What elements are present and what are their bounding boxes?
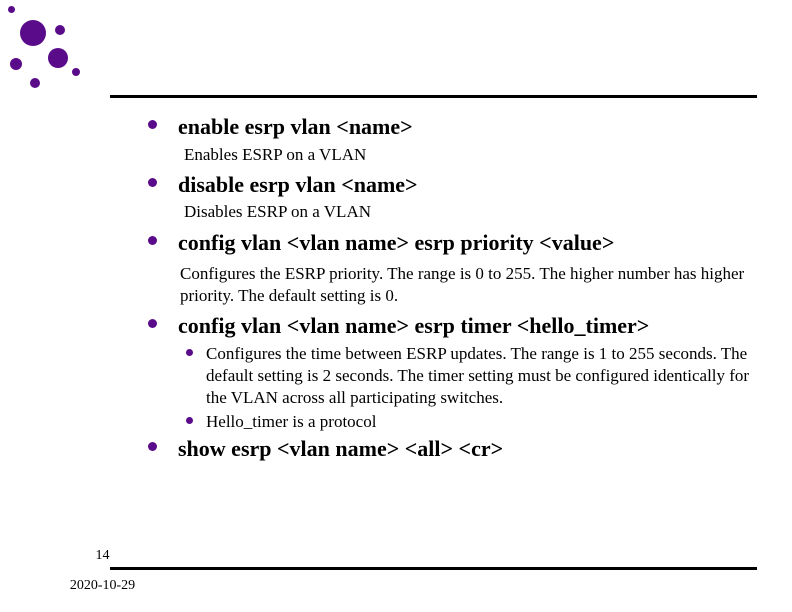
bullet-icon [148, 236, 157, 245]
bottom-rule [110, 567, 757, 570]
bullet-icon [186, 417, 193, 424]
sub-list-item: Configures the time between ESRP updates… [178, 343, 750, 409]
list-item: enable esrp vlan <name> Enables ESRP on … [140, 112, 750, 166]
list-item: config vlan <vlan name> esrp priority <v… [140, 228, 750, 308]
content-body: enable esrp vlan <name> Enables ESRP on … [140, 112, 750, 463]
command-text: disable esrp vlan <name> [178, 170, 750, 200]
list-item: config vlan <vlan name> esrp timer <hell… [140, 311, 750, 433]
sub-description-text: Hello_timer is a protocol [206, 412, 376, 431]
description-text: Disables ESRP on a VLAN [178, 201, 750, 223]
command-text: config vlan <vlan name> esrp priority <v… [178, 228, 750, 258]
bullet-icon [186, 349, 193, 356]
bullet-icon [148, 120, 157, 129]
command-text: show esrp <vlan name> <all> <cr> [178, 434, 750, 464]
description-text: Configures the ESRP priority. The range … [178, 263, 750, 307]
top-rule [110, 95, 757, 98]
command-text: config vlan <vlan name> esrp timer <hell… [178, 311, 750, 341]
bullet-icon [148, 442, 157, 451]
bullet-icon [148, 319, 157, 328]
description-text: Enables ESRP on a VLAN [178, 144, 750, 166]
bullet-icon [148, 178, 157, 187]
decorative-bubbles [0, 0, 110, 110]
slide-date: 2020-10-29 [60, 578, 145, 594]
list-item: show esrp <vlan name> <all> <cr> [140, 434, 750, 464]
slide-number: 14 [80, 548, 125, 564]
sub-list-item: Hello_timer is a protocol [178, 411, 750, 433]
command-text: enable esrp vlan <name> [178, 112, 750, 142]
sub-description-text: Configures the time between ESRP updates… [206, 344, 749, 407]
list-item: disable esrp vlan <name> Disables ESRP o… [140, 170, 750, 224]
